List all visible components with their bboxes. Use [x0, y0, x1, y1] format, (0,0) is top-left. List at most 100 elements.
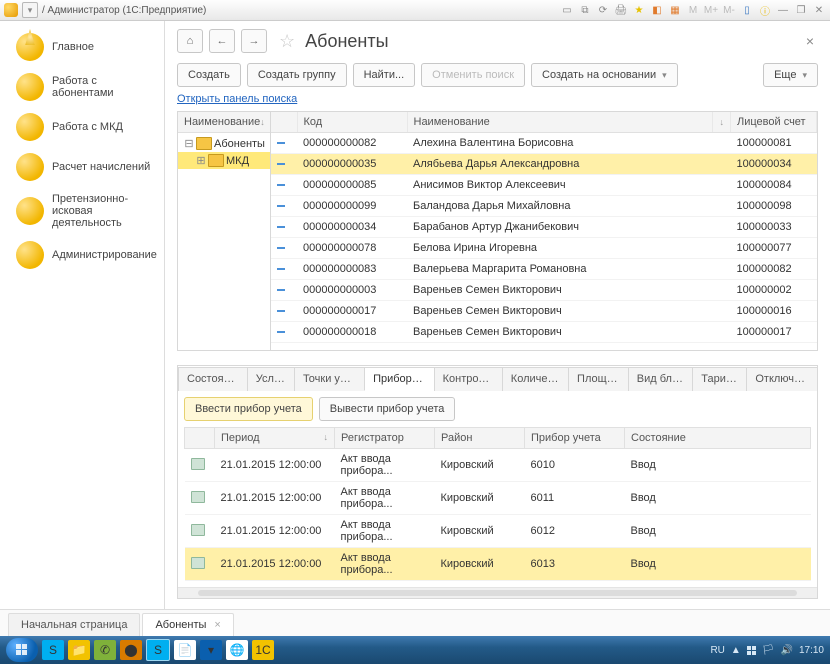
grid-col-code[interactable]: Код — [297, 112, 407, 133]
sidebar-item[interactable]: Расчет начислений — [0, 147, 164, 187]
tab[interactable]: Количест... — [502, 367, 569, 391]
table-row[interactable]: 000000000018Вареньев Семен Викторович100… — [271, 322, 817, 343]
sidebar-item[interactable]: Работа с абонентами — [0, 67, 164, 107]
titlebar-icon[interactable]: ▭ — [560, 3, 574, 17]
taskbar-icon[interactable]: 🌐 — [226, 640, 248, 660]
tree-expander-icon[interactable]: ⊞ — [196, 154, 206, 167]
table-row[interactable]: 000000000085Анисимов Виктор Алексеевич10… — [271, 175, 817, 196]
dgrid-col-meter[interactable]: Прибор учета — [525, 428, 625, 449]
table-row[interactable]: 000000000017Вареньев Семен Викторович100… — [271, 301, 817, 322]
nav-forward-button[interactable]: → — [241, 29, 267, 53]
table-row[interactable]: 21.01.2015 12:00:00Акт ввода прибора...К… — [185, 449, 811, 482]
nav-back-button[interactable]: ← — [209, 29, 235, 53]
table-row[interactable]: 21.01.2015 12:00:00Акт ввода прибора...К… — [185, 482, 811, 515]
tab[interactable]: Тарифы — [692, 367, 747, 391]
titlebar-back-button[interactable]: ▾ — [22, 2, 38, 18]
grid-col-account[interactable]: Лицевой счет — [731, 112, 817, 133]
tab[interactable]: Отключае... — [746, 367, 818, 391]
close-button[interactable]: ✕ — [812, 3, 826, 17]
remove-meter-button[interactable]: Вывести прибор учета — [319, 397, 456, 421]
table-row[interactable]: 000000000078Белова Ирина Игоревна1000000… — [271, 238, 817, 259]
taskbar-icon[interactable]: ⬤ — [120, 640, 142, 660]
taskbar-icon[interactable]: 📁 — [68, 640, 90, 660]
taskbar-icon[interactable]: S — [146, 639, 170, 661]
grid-col-marker[interactable] — [271, 112, 297, 133]
titlebar-icon[interactable]: ⟳ — [596, 3, 610, 17]
table-row[interactable]: 21.01.2015 12:00:00Акт ввода прибора...К… — [185, 548, 811, 581]
open-search-panel-link[interactable]: Открыть панель поиска — [165, 91, 830, 111]
titlebar-icon[interactable]: ▦ — [668, 3, 682, 17]
dgrid-col-district[interactable]: Район — [435, 428, 525, 449]
taskbar-icon[interactable]: ✆ — [94, 640, 116, 660]
tab[interactable]: Приборы ... — [364, 367, 435, 391]
cell-name: Алябьева Дарья Александровна — [407, 154, 713, 175]
row-marker-icon — [271, 238, 297, 259]
horizontal-scrollbar[interactable] — [178, 587, 817, 598]
document-tab[interactable]: Абоненты× — [142, 613, 233, 636]
sidebar-item[interactable]: Главное — [0, 27, 164, 67]
sidebar-item[interactable]: Претензионно-исковая деятельность — [0, 187, 164, 235]
tray-lang[interactable]: RU — [710, 645, 724, 656]
tray-icon[interactable]: 🔊 — [781, 645, 793, 656]
tree-expander-icon[interactable]: ⊟ — [184, 137, 194, 150]
titlebar-icon[interactable]: ▯ — [740, 3, 754, 17]
taskbar-icon[interactable]: S — [42, 640, 64, 660]
start-button[interactable] — [6, 638, 38, 662]
tray-icon[interactable] — [747, 646, 756, 655]
tab[interactable]: Контроле... — [434, 367, 503, 391]
enter-meter-button[interactable]: Ввести прибор учета — [184, 397, 313, 421]
titlebar-m-icon[interactable]: M — [686, 3, 700, 17]
tab[interactable]: Точки учета — [294, 367, 365, 391]
page-close-button[interactable]: × — [802, 33, 818, 49]
taskbar-icon[interactable]: 📄 — [174, 640, 196, 660]
tab[interactable]: Вид благ... — [628, 367, 693, 391]
tray-clock[interactable]: 17:10 — [799, 645, 824, 656]
cell-code: 000000000035 — [297, 154, 407, 175]
dgrid-col-period[interactable]: Период↓ — [215, 428, 335, 449]
sidebar-item[interactable]: Работа с МКД — [0, 107, 164, 147]
tab[interactable]: Площадь — [568, 367, 629, 391]
table-row[interactable]: 000000000003Вареньев Семен Викторович100… — [271, 280, 817, 301]
sidebar-item[interactable]: Администрирование — [0, 235, 164, 275]
close-tab-icon[interactable]: × — [214, 619, 220, 631]
dgrid-col-state[interactable]: Состояние — [625, 428, 811, 449]
table-row[interactable]: 21.01.2015 12:00:00Акт ввода прибора...К… — [185, 515, 811, 548]
create-based-on-button[interactable]: Создать на основании — [531, 63, 678, 87]
find-button[interactable]: Найти... — [353, 63, 416, 87]
titlebar-icon[interactable]: 🖨 — [614, 3, 628, 17]
titlebar-icon[interactable]: ◧ — [650, 3, 664, 17]
dgrid-col-registrar[interactable]: Регистратор — [335, 428, 435, 449]
tree-row[interactable]: ⊞МКД — [178, 152, 270, 169]
table-row[interactable]: 000000000035Алябьева Дарья Александровна… — [271, 154, 817, 175]
titlebar-icon[interactable]: ⧉ — [578, 3, 592, 17]
document-tab[interactable]: Начальная страница — [8, 613, 140, 636]
table-row[interactable]: 000000000082Алехина Валентина Борисовна1… — [271, 133, 817, 154]
tree-row[interactable]: ⊟Абоненты — [178, 135, 270, 152]
minimize-button[interactable]: — — [776, 3, 790, 17]
taskbar-icon[interactable]: 1C — [252, 640, 274, 660]
more-button[interactable]: Еще — [763, 63, 818, 87]
star-icon[interactable]: ☆ — [279, 31, 295, 52]
titlebar-m-plus-icon[interactable]: M+ — [704, 3, 718, 17]
grid-col-sort[interactable]: ↓ — [713, 112, 731, 133]
tab[interactable]: Состояни... — [178, 367, 248, 391]
grid-col-name[interactable]: Наименование — [407, 112, 713, 133]
create-button[interactable]: Создать — [177, 63, 241, 87]
tray-icon[interactable]: 🏳 — [762, 645, 775, 656]
table-row[interactable]: 000000000083Валерьева Маргарита Романовн… — [271, 259, 817, 280]
tray-icon[interactable]: ▲ — [731, 645, 741, 656]
sidebar-item-label: Главное — [52, 41, 94, 53]
dgrid-col-marker[interactable] — [185, 428, 215, 449]
titlebar-m-minus-icon[interactable]: M- — [722, 3, 736, 17]
taskbar-icon[interactable]: ▾ — [200, 640, 222, 660]
cell-name: Барабанов Артур Джанибекович — [407, 217, 713, 238]
favorite-icon[interactable]: ★ — [632, 3, 646, 17]
create-group-button[interactable]: Создать группу — [247, 63, 347, 87]
tab[interactable]: Услуги — [247, 367, 295, 391]
info-icon[interactable]: ⓘ — [758, 3, 772, 17]
home-button[interactable]: ⌂ — [177, 29, 203, 53]
table-row[interactable]: 000000000034Барабанов Артур Джанибекович… — [271, 217, 817, 238]
maximize-button[interactable]: ❐ — [794, 3, 808, 17]
tree-header[interactable]: Наименование↓ — [178, 112, 270, 133]
table-row[interactable]: 000000000099Баландова Дарья Михайловна10… — [271, 196, 817, 217]
